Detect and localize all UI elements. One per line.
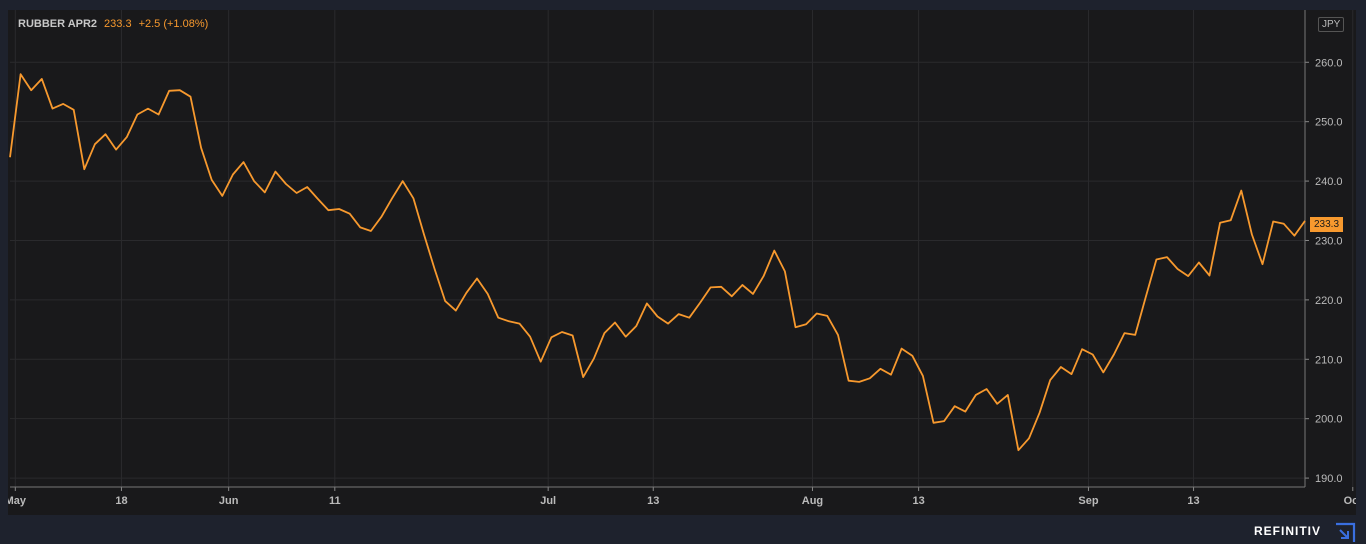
symbol-label: RUBBER APR2: [18, 18, 98, 30]
tick-labels: 190.0 200.0 210.0 220.0 230.0 240.0 250.0 260.0…: [8, 57, 1356, 507]
y-tick-label: 220.0: [1315, 295, 1343, 307]
y-tick-label: 200.0: [1315, 414, 1343, 426]
brand-name: REFINITIV: [1254, 524, 1322, 538]
x-tick-label: 13: [1187, 495, 1199, 507]
y-tick-label: 240.0: [1315, 176, 1343, 188]
price-change: +2.5 (+1.08%): [138, 18, 209, 30]
last-price: 233.3: [104, 18, 132, 30]
price-series-line[interactable]: [9, 73, 1306, 452]
x-tick-label: Jul: [540, 495, 556, 507]
y-tick-label: 230.0: [1315, 235, 1343, 247]
y-tick-label: 250.0: [1315, 117, 1343, 129]
y-tick-label: 260.0: [1315, 57, 1343, 69]
x-tick-label: May: [8, 495, 27, 507]
y-tick-label: 190.0: [1315, 473, 1343, 485]
x-tick-label: Jun: [219, 495, 239, 507]
last-price-tag: 233.3: [1310, 217, 1344, 232]
grid-lines: [10, 10, 1354, 487]
x-tick-label: Aug: [802, 495, 823, 507]
x-tick-label: Oct: [1344, 495, 1356, 507]
x-tick-label: 18: [115, 495, 127, 507]
refinitiv-logo-icon: [1336, 522, 1356, 542]
x-tick-label: Sep: [1078, 495, 1098, 507]
chart-frame: 190.0 200.0 210.0 220.0 230.0 240.0 250.0 260.0…: [8, 10, 1356, 515]
currency-badge[interactable]: JPY: [1318, 17, 1345, 32]
chart-legend: RUBBER APR2 233.3 +2.5 (+1.08%): [18, 18, 208, 30]
x-tick-label: 13: [912, 495, 924, 507]
x-tick-label: 13: [647, 495, 659, 507]
price-chart[interactable]: 190.0 200.0 210.0 220.0 230.0 240.0 250.0 260.0…: [8, 10, 1356, 515]
y-tick-label: 210.0: [1315, 354, 1343, 366]
x-tick-label: 11: [329, 495, 341, 507]
series-layer: [9, 73, 1306, 452]
